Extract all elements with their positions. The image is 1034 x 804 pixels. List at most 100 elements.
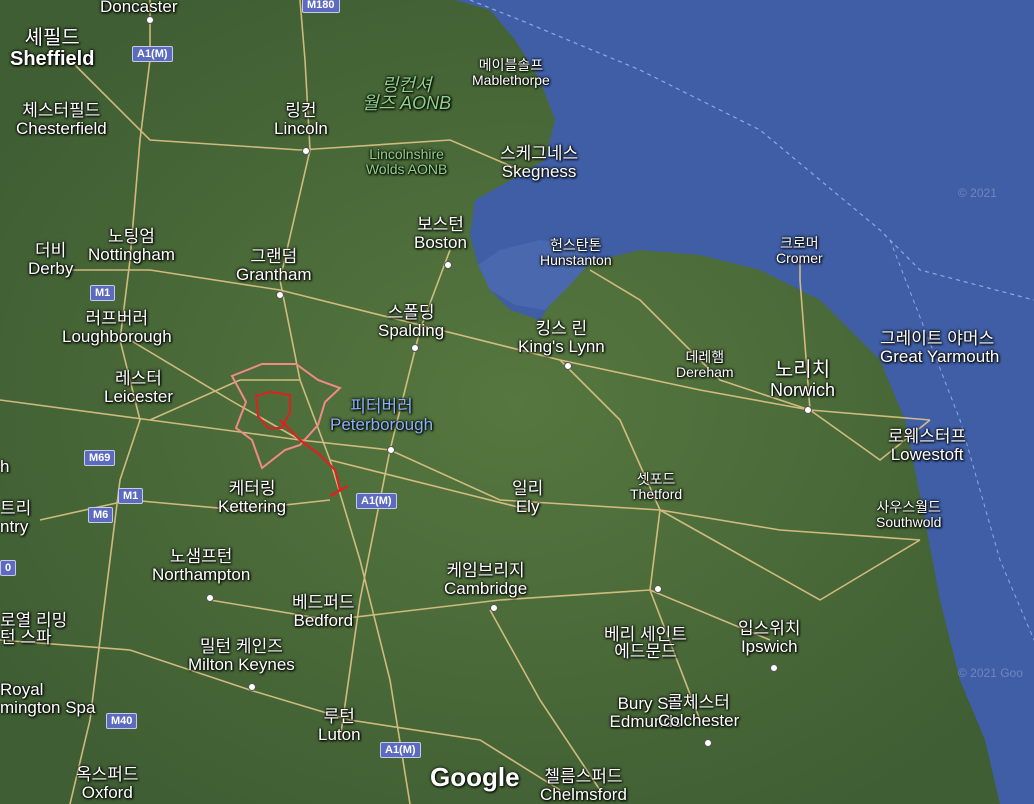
road-shield: A1(M): [356, 493, 397, 509]
city-label-cromer[interactable]: 크로머 Cromer: [776, 236, 823, 265]
city-label-thetford[interactable]: 셋포드 Thetford: [630, 472, 682, 501]
city-name-ko: 첼름스퍼드: [544, 767, 623, 786]
city-label-northampton[interactable]: 노샘프턴 Northampton: [152, 548, 250, 584]
city-label-nottingham[interactable]: 노팅엄 Nottingham: [88, 228, 175, 264]
city-name-ko: 스폴딩: [387, 303, 435, 322]
road-shield: M180: [302, 0, 340, 13]
city-name-en: Colchester: [658, 710, 740, 730]
city-name-en: Chelmsford: [540, 784, 627, 804]
city-name-ko: 일리: [512, 479, 544, 498]
city-name-en: Loughborough: [62, 326, 172, 346]
road-shield: A1(M): [132, 46, 173, 62]
city-name-en: Mablethorpe: [472, 71, 550, 88]
city-label-luton[interactable]: 루턴 Luton: [318, 708, 361, 744]
city-name-ko: 옥스퍼드: [76, 765, 139, 784]
city-label-chesterfield[interactable]: 체스터필드 Chesterfield: [16, 102, 107, 138]
city-name-en: Ipswich: [740, 636, 798, 656]
city-label-skegness[interactable]: 스케그네스 Skegness: [500, 145, 578, 181]
city-name-ko: 사우스월드: [876, 499, 941, 515]
city-name-ko: 링컨: [285, 101, 317, 120]
city-label-oxford[interactable]: 옥스퍼드 Oxford: [76, 766, 139, 802]
city-name-en: Southwold: [876, 513, 942, 530]
city-name-en: Royal mington Spa: [0, 679, 96, 717]
city-name-en: Northampton: [152, 564, 251, 584]
city-name-ko: 베드퍼드: [292, 593, 355, 612]
city-label-peterborough[interactable]: 피터버러 Peterborough: [330, 398, 433, 434]
city-name-ko: 노팅엄: [108, 227, 155, 246]
park-label-lincolnshire-wolds[interactable]: 링컨셔 월즈 AONB Lincolnshire Wolds AONB: [362, 42, 451, 210]
city-name-ko: 입스위치: [738, 619, 801, 638]
city-label-edge: h: [0, 458, 9, 476]
city-marker[interactable]: [704, 739, 712, 747]
city-label-kettering[interactable]: 케터링 Kettering: [218, 480, 286, 516]
city-name-en: Luton: [318, 724, 361, 744]
city-name-en: Grantham: [236, 264, 312, 284]
city-name-ko: 더비: [35, 241, 67, 260]
city-name-ko: 보스턴: [417, 215, 464, 234]
city-label-southwold[interactable]: 사우스월드 Southwold: [876, 500, 941, 529]
city-marker[interactable]: [804, 406, 812, 414]
city-marker[interactable]: [276, 291, 284, 299]
city-label-leicester[interactable]: 레스터 Leicester: [104, 370, 173, 406]
city-label-royal-leamington-spa[interactable]: 로열 리밍 턴 스파 Royal mington Spa: [0, 578, 95, 750]
city-label-sheffield[interactable]: 셰필드 Sheffield: [10, 28, 94, 70]
copyright-watermark: © 2021 Goo: [958, 666, 1023, 680]
city-name-ko: 러프버러: [85, 309, 149, 328]
city-name-ko: 트리: [0, 499, 32, 518]
city-label-mablethorpe[interactable]: 메이블솔프 Mablethorpe: [472, 58, 550, 87]
city-name-en: Derby: [28, 258, 74, 278]
city-label-hunstanton[interactable]: 헌스탄톤 Hunstanton: [540, 238, 612, 267]
city-name-ko: h: [0, 457, 10, 476]
city-marker[interactable]: [146, 16, 154, 24]
city-label-colchester[interactable]: 콜체스터 Colchester: [658, 694, 739, 730]
city-name-en: Sheffield: [10, 48, 95, 70]
city-name-ko: 밀턴 케인즈: [199, 637, 283, 656]
city-label-bury-st-edmunds[interactable]: 베리 세인트 에드문드 Bury St Edmunds: [604, 592, 687, 764]
city-label-derby[interactable]: 더비 Derby: [28, 242, 73, 278]
city-label-norwich[interactable]: 노리치 Norwich: [770, 360, 835, 400]
city-marker[interactable]: [444, 261, 452, 269]
city-marker[interactable]: [411, 344, 419, 352]
city-name-en: Boston: [414, 232, 467, 252]
city-name-en: Milton Keynes: [188, 654, 295, 674]
city-marker[interactable]: [206, 594, 214, 602]
city-label-boston[interactable]: 보스턴 Boston: [414, 216, 467, 252]
map-canvas[interactable]: Doncaster 셰필드 Sheffield 체스터필드 Chesterfie…: [0, 0, 1034, 804]
city-label-spalding[interactable]: 스폴딩 Spalding: [378, 304, 444, 340]
city-label-cambridge[interactable]: 케임브리지 Cambridge: [444, 562, 527, 598]
city-label-ely[interactable]: 일리 Ely: [512, 480, 543, 516]
city-name-en: Nottingham: [88, 244, 175, 264]
city-label-grantham[interactable]: 그랜덤 Grantham: [236, 248, 312, 284]
city-label-milton-keynes[interactable]: 밀턴 케인즈 Milton Keynes: [188, 638, 295, 674]
city-marker[interactable]: [490, 604, 498, 612]
city-name-ko: 셰필드: [24, 27, 80, 49]
city-marker[interactable]: [564, 362, 572, 370]
city-name-en: Lowestoft: [890, 444, 964, 464]
city-label-bedford[interactable]: 베드퍼드 Bedford: [292, 594, 355, 630]
city-label-coventry[interactable]: 트리 ntry: [0, 500, 31, 536]
city-name-en: King's Lynn: [518, 336, 605, 356]
city-marker[interactable]: [248, 683, 256, 691]
city-label-ipswich[interactable]: 입스위치 Ipswich: [738, 620, 801, 656]
city-name-en: ntry: [0, 516, 29, 536]
city-marker[interactable]: [770, 664, 778, 672]
city-name-en: Norwich: [770, 380, 836, 400]
city-name-en: Great Yarmouth: [880, 346, 1000, 366]
city-name-en: Ely: [515, 496, 540, 516]
city-name-en: Bedford: [293, 610, 354, 630]
city-name-ko: 체스터필드: [22, 101, 101, 120]
city-name-en: Chesterfield: [16, 118, 107, 138]
city-name-ko: 노샘프턴: [169, 547, 233, 566]
city-label-lincoln[interactable]: 링컨 Lincoln: [274, 102, 328, 138]
city-label-kings-lynn[interactable]: 킹스 린 King's Lynn: [518, 320, 605, 356]
city-label-loughborough[interactable]: 러프버러 Loughborough: [62, 310, 172, 346]
city-label-chelmsford[interactable]: 첼름스퍼드 Chelmsford: [540, 768, 627, 804]
city-label-doncaster[interactable]: Doncaster: [100, 0, 177, 16]
city-marker[interactable]: [302, 147, 310, 155]
city-name-ko: 베리 세인트 에드문드: [604, 624, 687, 662]
city-label-great-yarmouth[interactable]: 그레이트 야머스 Great Yarmouth: [880, 330, 1000, 366]
city-label-dereham[interactable]: 데레햄 Dereham: [676, 350, 734, 379]
city-name-ko: 로웨스터프: [888, 427, 967, 446]
city-marker[interactable]: [387, 446, 395, 454]
city-label-lowestoft[interactable]: 로웨스터프 Lowestoft: [888, 428, 966, 464]
